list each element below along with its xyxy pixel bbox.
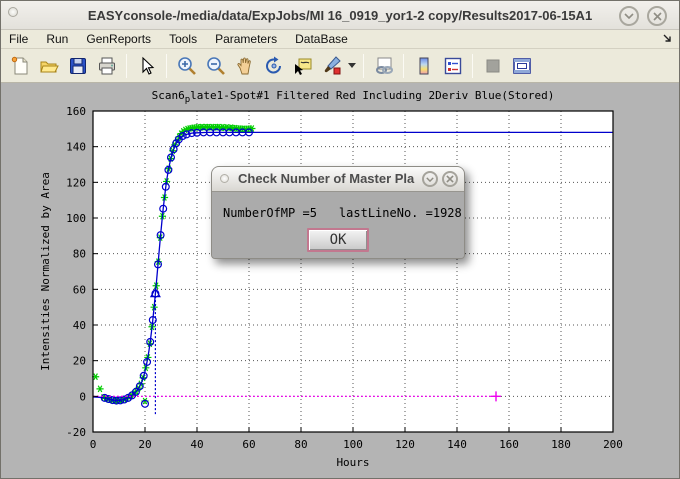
dialog-shade-button[interactable] — [422, 171, 438, 187]
figure-area: 0 20 40 60 80 100 120 140 160 180 200 -20 0 20 40 60 80 1… — [1, 83, 680, 479]
check-master-plates-dialog: Check Number of Master Pla NumberOfMP =5… — [211, 166, 465, 259]
window-menu-icon[interactable] — [8, 7, 18, 17]
rotate3d-button[interactable] — [259, 52, 288, 80]
x-tick-label: 140 — [447, 438, 467, 451]
save-button[interactable] — [63, 52, 92, 80]
numberofmp-value: NumberOfMP =5 — [223, 206, 317, 220]
new-file-button[interactable] — [5, 52, 34, 80]
ok-button[interactable]: OK — [307, 228, 369, 252]
y-tick-label: 20 — [73, 355, 86, 368]
y-tick-label: 60 — [73, 283, 86, 296]
window-close-button[interactable] — [647, 6, 667, 26]
y-tick-label: 40 — [73, 319, 86, 332]
toolbar-separator — [472, 54, 473, 78]
dialog-close-button[interactable] — [442, 171, 458, 187]
close-icon — [653, 12, 662, 21]
chevron-down-icon — [426, 177, 434, 182]
menu-run[interactable]: Run — [37, 31, 77, 47]
brush-data-button[interactable] — [317, 52, 346, 80]
x-axis-label: Hours — [336, 456, 369, 469]
pointer-arrow-icon — [136, 55, 158, 77]
printer-icon — [96, 55, 118, 77]
legend-icon — [442, 55, 464, 77]
dialog-message: NumberOfMP =5 lastLineNo. =1928 — [223, 206, 462, 220]
x-tick-label: 120 — [395, 438, 415, 451]
print-button[interactable] — [92, 52, 121, 80]
y-tick-label: 100 — [66, 212, 86, 225]
zoom-in-icon — [176, 55, 198, 77]
menu-database[interactable]: DataBase — [286, 31, 357, 47]
hide-plot-tools-button[interactable] — [478, 52, 507, 80]
menu-file[interactable]: File — [1, 31, 37, 47]
dropdown-arrow-icon — [348, 63, 356, 68]
save-floppy-icon — [67, 55, 89, 77]
close-icon — [446, 175, 454, 183]
x-tick-label: 40 — [190, 438, 203, 451]
y-tick-label: 120 — [66, 176, 86, 189]
open-folder-icon — [38, 55, 60, 77]
brush-dropdown-button[interactable] — [346, 52, 358, 80]
window-shade-button[interactable] — [619, 6, 639, 26]
menubar: File Run GenReports Tools Parameters Dat… — [1, 30, 679, 49]
hide-plot-tools-icon — [482, 55, 504, 77]
lastlineno-value: lastLineNo. =1928 — [339, 206, 462, 220]
y-axis-label: Intensities Normalized by Area — [39, 172, 52, 371]
easyconsole-window: EASYconsole-/media/data/ExpJobs/MI 16_09… — [0, 0, 680, 479]
dialog-titlebar[interactable]: Check Number of Master Pla — [212, 167, 464, 192]
dialog-menu-icon[interactable] — [220, 174, 229, 183]
data-cursor-button[interactable] — [288, 52, 317, 80]
colorbar-icon — [413, 55, 435, 77]
dialog-title: Check Number of Master Pla — [238, 171, 418, 186]
x-tick-label: 60 — [242, 438, 255, 451]
link-plot-button[interactable] — [369, 52, 398, 80]
pan-button[interactable] — [230, 52, 259, 80]
data-cursor-icon — [292, 55, 314, 77]
plot-title: Scan6plate1-Spot#1 Filtered Red Includin… — [152, 89, 555, 105]
brush-icon — [321, 55, 343, 77]
toolbar-separator — [126, 54, 127, 78]
new-file-icon — [9, 55, 31, 77]
y-tick-label: 0 — [79, 390, 86, 403]
window-titlebar: EASYconsole-/media/data/ExpJobs/MI 16_09… — [1, 1, 679, 30]
zoom-out-icon — [205, 55, 227, 77]
toolbar-separator — [403, 54, 404, 78]
y-tick-label: 160 — [66, 105, 86, 118]
open-file-button[interactable] — [34, 52, 63, 80]
menubar-dock-arrow-icon[interactable] — [662, 33, 673, 47]
chevron-down-icon — [624, 13, 634, 19]
plot-canvas[interactable]: 0 20 40 60 80 100 120 140 160 180 200 -20 0 20 40 60 80 1… — [1, 83, 680, 479]
toolbar-separator — [363, 54, 364, 78]
x-tick-label: 100 — [343, 438, 363, 451]
y-tick-label: 140 — [66, 141, 86, 154]
x-tick-label: 180 — [551, 438, 571, 451]
zoom-in-button[interactable] — [172, 52, 201, 80]
window-title: EASYconsole-/media/data/ExpJobs/MI 16_09… — [1, 8, 679, 23]
show-plot-tools-button[interactable] — [507, 52, 536, 80]
insert-legend-button[interactable] — [438, 52, 467, 80]
menu-parameters[interactable]: Parameters — [206, 31, 286, 47]
edit-plot-button[interactable] — [132, 52, 161, 80]
x-tick-label: 20 — [138, 438, 151, 451]
y-tick-label: 80 — [73, 248, 86, 261]
link-chain-icon — [373, 55, 395, 77]
x-tick-label: 160 — [499, 438, 519, 451]
menu-tools[interactable]: Tools — [160, 31, 206, 47]
x-tick-label: 0 — [90, 438, 97, 451]
toolbar-separator — [166, 54, 167, 78]
menu-genreports[interactable]: GenReports — [77, 31, 160, 47]
zoom-out-button[interactable] — [201, 52, 230, 80]
show-plot-tools-icon — [511, 55, 533, 77]
figure-toolbar — [1, 49, 679, 83]
pan-hand-icon — [234, 55, 256, 77]
y-tick-label: -20 — [66, 426, 86, 439]
insert-colorbar-button[interactable] — [409, 52, 438, 80]
x-tick-label: 200 — [603, 438, 623, 451]
dialog-body: NumberOfMP =5 lastLineNo. =1928 OK — [212, 192, 464, 258]
x-tick-label: 80 — [294, 438, 307, 451]
rotate-3d-icon — [263, 55, 285, 77]
